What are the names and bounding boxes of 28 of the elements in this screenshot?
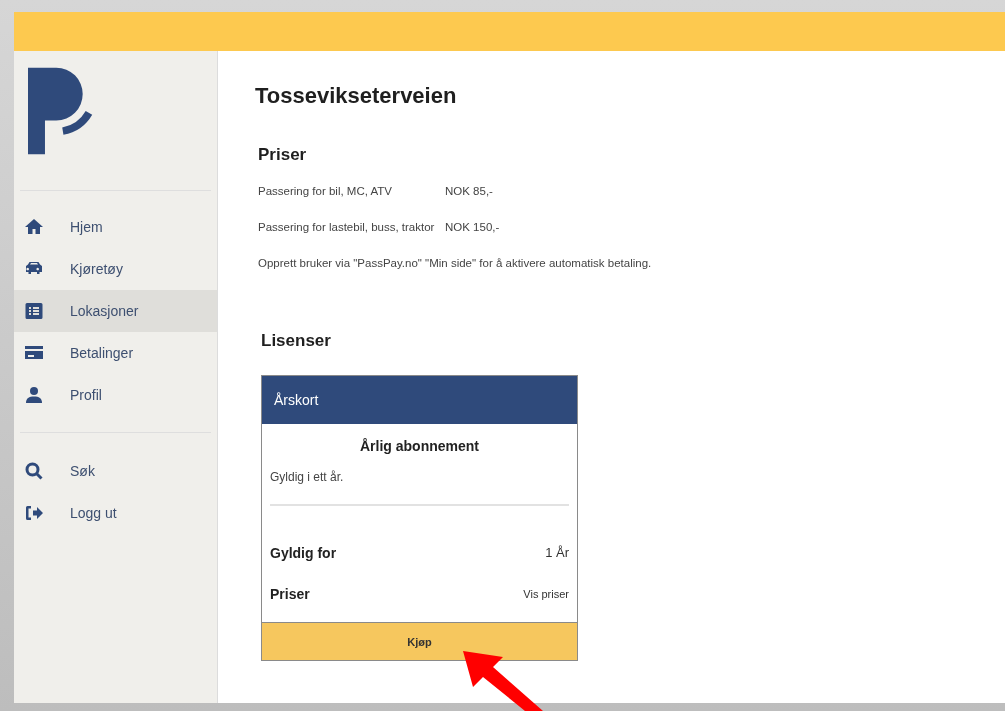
nav-item[interactable]: Søk — [14, 450, 217, 492]
card-description: Gyldig i ett år. — [270, 470, 345, 484]
nav-item[interactable]: Kjøretøy — [14, 248, 217, 290]
logout-icon — [24, 503, 44, 523]
user-icon — [24, 385, 44, 405]
section-heading: Priser — [258, 145, 308, 165]
show-prices-link[interactable]: Vis priser — [523, 587, 569, 600]
card-title: Årlig abonnement — [359, 438, 480, 454]
price-value: NOK 85,- — [445, 185, 493, 197]
nav-item[interactable]: Hjem — [14, 206, 217, 248]
detail-label: Priser — [270, 585, 310, 602]
nav-item[interactable]: Betalinger — [14, 332, 217, 374]
price-label: Passering for lastebil, buss, traktor — [258, 221, 436, 233]
nav-item[interactable]: Logg ut — [14, 492, 217, 534]
detail-value: 1 År — [545, 545, 569, 560]
page-title: Tossevikseterveien — [255, 83, 458, 109]
buy-button[interactable]: Kjøp — [262, 622, 577, 660]
list-icon — [24, 301, 44, 321]
search-icon — [24, 461, 44, 481]
detail-label: Gyldig for — [270, 544, 337, 561]
card-header-title: Årskort — [274, 392, 319, 408]
home-icon — [24, 217, 44, 237]
nav-item[interactable]: Lokasjoner — [14, 290, 217, 332]
price-label: Passering for bil, MC, ATV — [258, 185, 393, 197]
nav-item[interactable]: Profil — [14, 374, 217, 416]
section-heading: Lisenser — [261, 331, 332, 351]
price-value: NOK 150,- — [445, 221, 500, 233]
info-text: Opprett bruker via "PassPay.no" "Min side" for å aktivere automatisk betaling. — [258, 257, 652, 269]
